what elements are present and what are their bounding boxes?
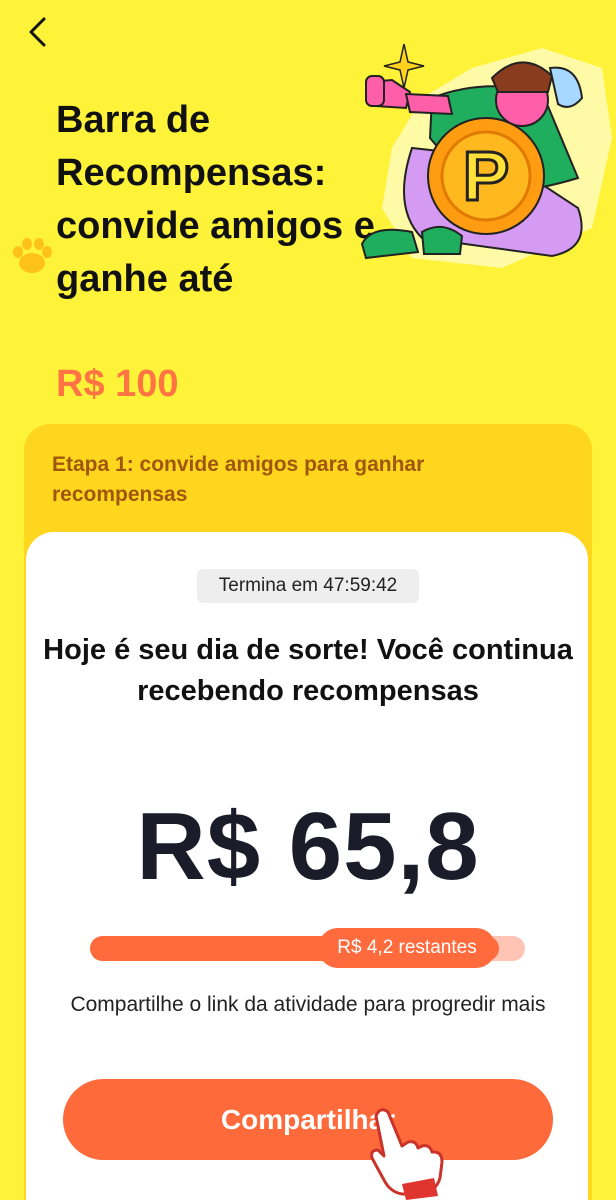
coin-icon: P <box>427 117 545 235</box>
pointing-hand-icon <box>370 1108 444 1200</box>
chevron-left-icon <box>29 17 46 47</box>
reward-headline: Hoje é seu dia de sorte! Você continua r… <box>43 634 573 707</box>
reward-illustration: P <box>360 43 612 268</box>
paw-icon <box>13 238 52 273</box>
countdown-timer: Termina em 47:59:42 <box>197 569 419 603</box>
max-reward-amount: R$ 100 <box>56 363 179 405</box>
progress-remaining-label: R$ 4,2 restantes <box>318 928 496 968</box>
svg-text:P: P <box>463 137 510 215</box>
share-hint-text: Compartilhe o link da atividade para pro… <box>70 993 546 1016</box>
share-button[interactable]: Compartilhar <box>63 1079 553 1160</box>
page-title: Barra de Recompensas: convide amigos e g… <box>56 99 375 300</box>
step-title: Etapa 1: convide amigos para ganhar reco… <box>52 453 425 506</box>
back-button[interactable] <box>18 12 58 52</box>
reward-amount: R$ 65,8 <box>136 793 480 900</box>
